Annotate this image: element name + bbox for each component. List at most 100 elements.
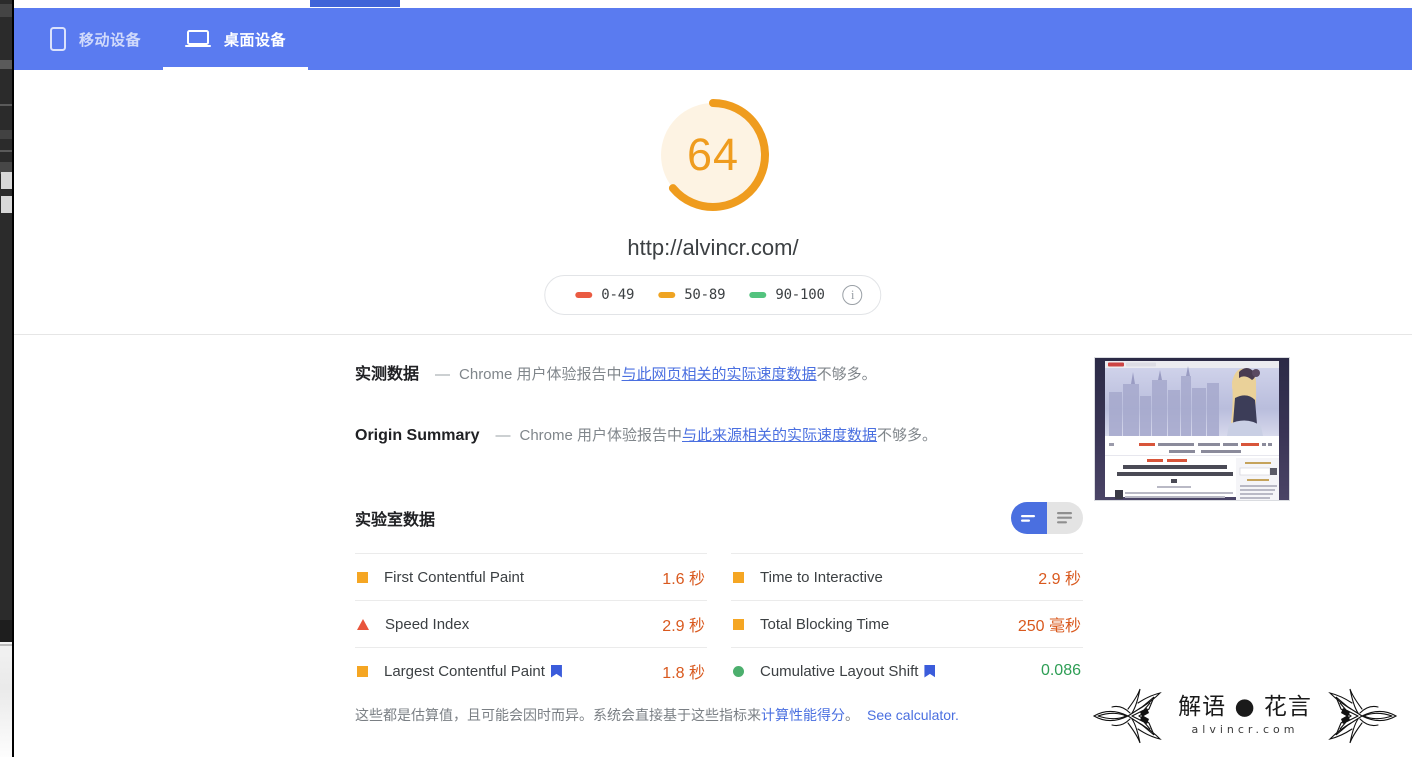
view-toggle: [1011, 502, 1083, 534]
legend-label-good: 90-100: [775, 287, 825, 303]
metric-row[interactable]: Time to Interactive 2.9 秒: [731, 553, 1083, 600]
browser-tab-indicator: [310, 0, 400, 7]
field-data-dash: —: [435, 366, 451, 383]
metric-value: 1.8 秒: [662, 665, 705, 682]
metric-value: 2.9 秒: [1038, 571, 1081, 588]
field-data-section: 实测数据 — Chrome 用户体验报告中与此网页相关的实际速度数据不够多。 O…: [355, 360, 1095, 485]
tab-desktop[interactable]: 桌面设备: [163, 8, 309, 70]
gutter-glyph: [0, 60, 12, 69]
metric-row[interactable]: Total Blocking Time 250 毫秒: [731, 600, 1083, 647]
metric-label: Speed Index: [385, 615, 470, 633]
tab-mobile-label: 移动设备: [79, 31, 142, 49]
gutter-panel: [1, 196, 12, 213]
score-section: 64 http://alvincr.com/ 0-49 50-89 90-100…: [14, 70, 1412, 334]
origin-summary-description: Chrome 用户体验报告中与此来源相关的实际速度数据不够多。: [519, 424, 937, 445]
metric-name: Speed Index: [385, 616, 662, 633]
gutter-lower-divider: [0, 644, 12, 646]
metric-row[interactable]: Largest Contentful Paint 1.8 秒: [355, 647, 707, 694]
metric-value: 1.6 秒: [662, 571, 705, 588]
window-left-border: [12, 0, 14, 757]
status-circle-icon: [733, 665, 744, 677]
page-screenshot-thumbnail: [1094, 357, 1290, 501]
laptop-icon: [185, 29, 212, 49]
metric-name: Total Blocking Time: [760, 616, 1018, 633]
gutter-panel: [1, 172, 12, 189]
score-calculation-link[interactable]: 计算性能得分: [761, 707, 845, 723]
tab-desktop-label: 桌面设备: [224, 31, 287, 49]
metric-value: 0.086: [1040, 662, 1081, 679]
gutter-glyph: [0, 4, 12, 17]
metric-name: Cumulative Layout Shift: [760, 663, 1041, 680]
gutter-divider: [0, 104, 12, 106]
lab-data-header: 实验室数据: [355, 502, 1083, 534]
status-square-icon: [733, 571, 744, 583]
list-compact-icon[interactable]: [1011, 502, 1047, 534]
origin-summary-pre: Chrome 用户体验报告中: [519, 427, 683, 444]
watermark-text: 解语 ● 花言 alvincr.com: [1166, 694, 1324, 738]
origin-summary-title: Origin Summary: [355, 427, 480, 444]
pagespeed-report: 移动设备 桌面设备 64 http://alvincr.com/ 0-49 50…: [14, 0, 1412, 757]
legend-item-poor: 0-49: [563, 287, 646, 303]
page-url: http://alvincr.com/: [627, 235, 799, 260]
lab-metrics-grid: First Contentful Paint 1.6 秒 Time to Int…: [355, 553, 1083, 694]
metric-label: First Contentful Paint: [384, 568, 525, 586]
field-data-description: Chrome 用户体验报告中与此网页相关的实际速度数据不够多。: [459, 363, 877, 384]
score-legend: 0-49 50-89 90-100 i: [544, 275, 882, 315]
legend-pill-poor: [575, 292, 593, 298]
legend-label-average: 50-89: [684, 287, 726, 303]
device-tabs: 移动设备 桌面设备: [28, 8, 309, 70]
gutter-divider: [0, 150, 12, 152]
core-web-vital-badge-icon: [924, 664, 936, 678]
metric-name: First Contentful Paint: [384, 569, 662, 586]
phone-icon: [50, 27, 66, 51]
metric-row[interactable]: Cumulative Layout Shift 0.086: [731, 647, 1083, 694]
ornament-right-icon: [1328, 687, 1398, 745]
gutter-glyph: [0, 130, 12, 139]
tab-mobile[interactable]: 移动设备: [28, 8, 163, 70]
metric-row[interactable]: Speed Index 2.9 秒: [355, 600, 707, 647]
info-icon[interactable]: i: [842, 285, 863, 305]
device-tab-header: 移动设备 桌面设备: [14, 8, 1412, 70]
watermark-domain: alvincr.com: [1191, 723, 1299, 737]
legend-pill-average: [658, 292, 676, 298]
field-data-title: 实测数据: [355, 366, 420, 383]
metric-label: Total Blocking Time: [760, 615, 890, 633]
origin-summary-dash: —: [495, 427, 511, 444]
field-data-row: 实测数据 — Chrome 用户体验报告中与此网页相关的实际速度数据不够多。: [355, 360, 1095, 384]
core-web-vital-badge-icon: [550, 664, 562, 678]
metric-name: Time to Interactive: [760, 569, 1038, 586]
field-data-pre: Chrome 用户体验报告中: [459, 366, 622, 383]
status-square-icon: [357, 571, 368, 583]
origin-summary-link[interactable]: 与此来源相关的实际速度数据: [682, 427, 877, 444]
status-square-icon: [733, 618, 744, 630]
metric-value: 250 毫秒: [1017, 618, 1081, 635]
gutter-lower-dark: [0, 620, 12, 642]
list-expanded-icon[interactable]: [1047, 502, 1083, 534]
field-data-post: 不够多。: [816, 366, 877, 383]
origin-summary-post: 不够多。: [877, 427, 938, 444]
performance-gauge: 64: [648, 90, 778, 220]
status-triangle-icon: [357, 618, 369, 630]
metric-label: Largest Contentful Paint: [384, 662, 545, 680]
legend-pill-good: [749, 292, 767, 298]
screen-root: 移动设备 桌面设备 64 http://alvincr.com/ 0-49 50…: [0, 0, 1412, 757]
metric-row[interactable]: First Contentful Paint 1.6 秒: [355, 553, 707, 600]
legend-label-poor: 0-49: [601, 287, 635, 303]
metric-value: 2.9 秒: [662, 618, 705, 635]
score-value: 64: [686, 129, 740, 180]
metric-name: Largest Contentful Paint: [384, 663, 662, 680]
gutter-lower-light: [0, 642, 12, 757]
site-watermark: 解语 ● 花言 alvincr.com: [1092, 678, 1398, 754]
legend-item-good: 90-100: [737, 287, 836, 303]
lab-data-title: 实验室数据: [355, 512, 436, 529]
editor-gutter-strip: [0, 0, 12, 757]
status-square-icon: [357, 665, 368, 677]
legend-item-average: 50-89: [646, 287, 737, 303]
lab-note-post: 。: [845, 707, 859, 723]
origin-summary-row: Origin Summary — Chrome 用户体验报告中与此来源相关的实际…: [355, 424, 1095, 445]
see-calculator-link[interactable]: See calculator.: [867, 707, 959, 723]
top-sliver: [14, 0, 1412, 8]
field-data-link[interactable]: 与此网页相关的实际速度数据: [622, 366, 817, 383]
lab-data-note: 这些都是估算值，且可能会因时而异。系统会直接基于这些指标来计算性能得分。 See …: [355, 705, 1095, 725]
metric-label: Cumulative Layout Shift: [760, 662, 919, 680]
